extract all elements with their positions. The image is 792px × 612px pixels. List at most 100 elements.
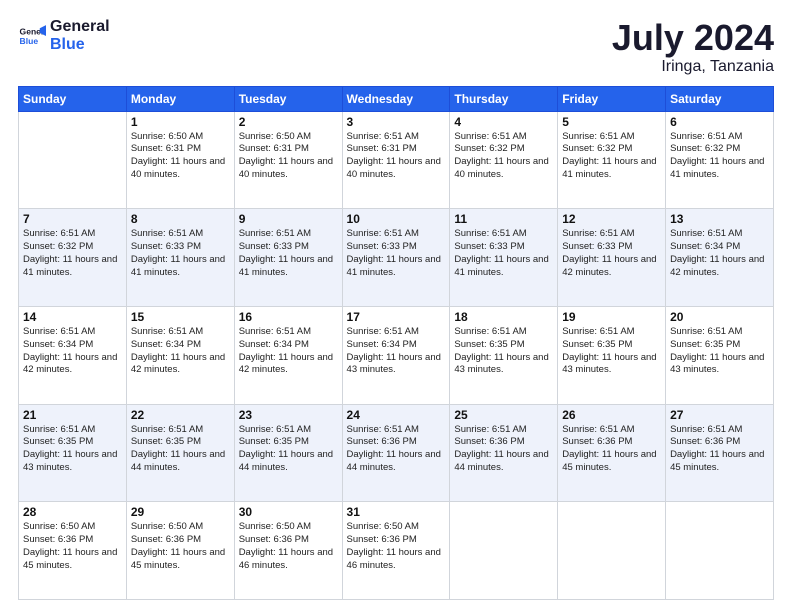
calendar-header-row: SundayMondayTuesdayWednesdayThursdayFrid…: [19, 86, 774, 111]
day-number: 9: [239, 212, 338, 226]
title-block: July 2024 Iringa, Tanzania: [612, 18, 774, 76]
day-number: 28: [23, 505, 122, 519]
calendar-cell: 7 Sunrise: 6:51 AM Sunset: 6:32 PM Daylig…: [19, 209, 127, 307]
day-number: 10: [347, 212, 446, 226]
calendar-cell: 27 Sunrise: 6:51 AM Sunset: 6:36 PM Dayli…: [666, 404, 774, 502]
calendar-cell: 21Sunrise: 6:51 AM Sunset: 6:35 PM Dayli…: [19, 404, 127, 502]
day-info: Sunrise: 6:51 AM Sunset: 6:34 PM Dayligh…: [239, 326, 338, 377]
day-number: 31: [347, 505, 446, 519]
calendar-cell: [666, 502, 774, 600]
calendar-header-friday: Friday: [558, 86, 666, 111]
calendar-week-row: 21Sunrise: 6:51 AM Sunset: 6:35 PM Dayli…: [19, 404, 774, 502]
day-info: Sunrise: 6:51 AM Sunset: 6:36 PM Dayligh…: [454, 424, 553, 475]
day-info: Sunrise: 6:51 AM Sunset: 6:36 PM Dayligh…: [562, 424, 661, 475]
day-number: 23: [239, 408, 338, 422]
month-title: July 2024: [612, 18, 774, 58]
day-info: Sunrise: 6:51 AM Sunset: 6:35 PM Dayligh…: [670, 326, 769, 377]
day-info: Sunrise: 6:51 AM Sunset: 6:33 PM Dayligh…: [239, 228, 338, 279]
calendar-cell: 28 Sunrise: 6:50 AM Sunset: 6:36 PM Dayli…: [19, 502, 127, 600]
calendar-cell: 8Sunrise: 6:51 AM Sunset: 6:33 PM Daylig…: [126, 209, 234, 307]
day-number: 17: [347, 310, 446, 324]
day-info: Sunrise: 6:51 AM Sunset: 6:35 PM Dayligh…: [454, 326, 553, 377]
calendar-header-thursday: Thursday: [450, 86, 558, 111]
calendar-cell: 1Sunrise: 6:50 AM Sunset: 6:31 PM Daylig…: [126, 111, 234, 209]
day-info: Sunrise: 6:51 AM Sunset: 6:33 PM Dayligh…: [347, 228, 446, 279]
calendar-cell: 24Sunrise: 6:51 AM Sunset: 6:36 PM Dayli…: [342, 404, 450, 502]
day-info: Sunrise: 6:51 AM Sunset: 6:33 PM Dayligh…: [562, 228, 661, 279]
calendar-cell: 3Sunrise: 6:51 AM Sunset: 6:31 PM Daylig…: [342, 111, 450, 209]
calendar-header-wednesday: Wednesday: [342, 86, 450, 111]
calendar-week-row: 14 Sunrise: 6:51 AM Sunset: 6:34 PM Dayli…: [19, 306, 774, 404]
day-info: Sunrise: 6:51 AM Sunset: 6:35 PM Dayligh…: [239, 424, 338, 475]
calendar-cell: 20 Sunrise: 6:51 AM Sunset: 6:35 PM Dayli…: [666, 306, 774, 404]
day-info: Sunrise: 6:51 AM Sunset: 6:35 PM Dayligh…: [131, 424, 230, 475]
day-number: 13: [670, 212, 769, 226]
day-info: Sunrise: 6:51 AM Sunset: 6:32 PM Dayligh…: [23, 228, 122, 279]
day-number: 4: [454, 115, 553, 129]
calendar-cell: 13 Sunrise: 6:51 AM Sunset: 6:34 PM Dayli…: [666, 209, 774, 307]
calendar-cell: 5 Sunrise: 6:51 AM Sunset: 6:32 PM Daylig…: [558, 111, 666, 209]
calendar-cell: 11 Sunrise: 6:51 AM Sunset: 6:33 PM Dayli…: [450, 209, 558, 307]
calendar-header-tuesday: Tuesday: [234, 86, 342, 111]
calendar-table: SundayMondayTuesdayWednesdayThursdayFrid…: [18, 86, 774, 600]
day-info: Sunrise: 6:51 AM Sunset: 6:36 PM Dayligh…: [347, 424, 446, 475]
calendar-cell: 30 Sunrise: 6:50 AM Sunset: 6:36 PM Dayli…: [234, 502, 342, 600]
day-info: Sunrise: 6:51 AM Sunset: 6:31 PM Dayligh…: [347, 131, 446, 182]
day-info: Sunrise: 6:50 AM Sunset: 6:36 PM Dayligh…: [23, 521, 122, 572]
day-info: Sunrise: 6:50 AM Sunset: 6:36 PM Dayligh…: [131, 521, 230, 572]
day-number: 27: [670, 408, 769, 422]
calendar-cell: 6 Sunrise: 6:51 AM Sunset: 6:32 PM Daylig…: [666, 111, 774, 209]
svg-text:Blue: Blue: [20, 35, 39, 45]
calendar-cell: 25 Sunrise: 6:51 AM Sunset: 6:36 PM Dayli…: [450, 404, 558, 502]
calendar-cell: 12Sunrise: 6:51 AM Sunset: 6:33 PM Dayli…: [558, 209, 666, 307]
calendar-cell: 9 Sunrise: 6:51 AM Sunset: 6:33 PM Daylig…: [234, 209, 342, 307]
day-number: 5: [562, 115, 661, 129]
calendar-cell: 23 Sunrise: 6:51 AM Sunset: 6:35 PM Dayli…: [234, 404, 342, 502]
day-info: Sunrise: 6:51 AM Sunset: 6:35 PM Dayligh…: [23, 424, 122, 475]
day-number: 26: [562, 408, 661, 422]
calendar-cell: 10 Sunrise: 6:51 AM Sunset: 6:33 PM Dayli…: [342, 209, 450, 307]
calendar-cell: 22 Sunrise: 6:51 AM Sunset: 6:35 PM Dayli…: [126, 404, 234, 502]
day-info: Sunrise: 6:51 AM Sunset: 6:32 PM Dayligh…: [670, 131, 769, 182]
day-number: 30: [239, 505, 338, 519]
day-info: Sunrise: 6:50 AM Sunset: 6:36 PM Dayligh…: [347, 521, 446, 572]
logo-icon: General Blue: [18, 22, 46, 50]
day-info: Sunrise: 6:51 AM Sunset: 6:34 PM Dayligh…: [23, 326, 122, 377]
page: General Blue General Blue July 2024 Irin…: [0, 0, 792, 612]
day-number: 14: [23, 310, 122, 324]
day-number: 1: [131, 115, 230, 129]
day-info: Sunrise: 6:51 AM Sunset: 6:33 PM Dayligh…: [454, 228, 553, 279]
calendar-cell: 2Sunrise: 6:50 AM Sunset: 6:31 PM Daylig…: [234, 111, 342, 209]
day-number: 18: [454, 310, 553, 324]
day-number: 8: [131, 212, 230, 226]
day-info: Sunrise: 6:51 AM Sunset: 6:34 PM Dayligh…: [347, 326, 446, 377]
day-info: Sunrise: 6:51 AM Sunset: 6:34 PM Dayligh…: [131, 326, 230, 377]
logo-text: General Blue: [50, 18, 110, 53]
location-title: Iringa, Tanzania: [612, 58, 774, 76]
calendar-cell: 29Sunrise: 6:50 AM Sunset: 6:36 PM Dayli…: [126, 502, 234, 600]
day-number: 7: [23, 212, 122, 226]
calendar-cell: 16Sunrise: 6:51 AM Sunset: 6:34 PM Dayli…: [234, 306, 342, 404]
day-info: Sunrise: 6:51 AM Sunset: 6:36 PM Dayligh…: [670, 424, 769, 475]
calendar-cell: 18 Sunrise: 6:51 AM Sunset: 6:35 PM Dayli…: [450, 306, 558, 404]
day-number: 22: [131, 408, 230, 422]
calendar-cell: 17 Sunrise: 6:51 AM Sunset: 6:34 PM Dayli…: [342, 306, 450, 404]
day-info: Sunrise: 6:51 AM Sunset: 6:32 PM Dayligh…: [562, 131, 661, 182]
day-info: Sunrise: 6:50 AM Sunset: 6:36 PM Dayligh…: [239, 521, 338, 572]
calendar-header-monday: Monday: [126, 86, 234, 111]
day-info: Sunrise: 6:51 AM Sunset: 6:34 PM Dayligh…: [670, 228, 769, 279]
day-number: 6: [670, 115, 769, 129]
day-number: 11: [454, 212, 553, 226]
calendar-week-row: 28 Sunrise: 6:50 AM Sunset: 6:36 PM Dayli…: [19, 502, 774, 600]
day-info: Sunrise: 6:51 AM Sunset: 6:35 PM Dayligh…: [562, 326, 661, 377]
calendar-cell: [558, 502, 666, 600]
day-info: Sunrise: 6:50 AM Sunset: 6:31 PM Dayligh…: [239, 131, 338, 182]
calendar-cell: 19 Sunrise: 6:51 AM Sunset: 6:35 PM Dayli…: [558, 306, 666, 404]
day-number: 25: [454, 408, 553, 422]
day-number: 20: [670, 310, 769, 324]
day-number: 19: [562, 310, 661, 324]
calendar-header-sunday: Sunday: [19, 86, 127, 111]
calendar-cell: 4Sunrise: 6:51 AM Sunset: 6:32 PM Daylig…: [450, 111, 558, 209]
calendar-cell: 31 Sunrise: 6:50 AM Sunset: 6:36 PM Dayli…: [342, 502, 450, 600]
calendar-cell: [450, 502, 558, 600]
